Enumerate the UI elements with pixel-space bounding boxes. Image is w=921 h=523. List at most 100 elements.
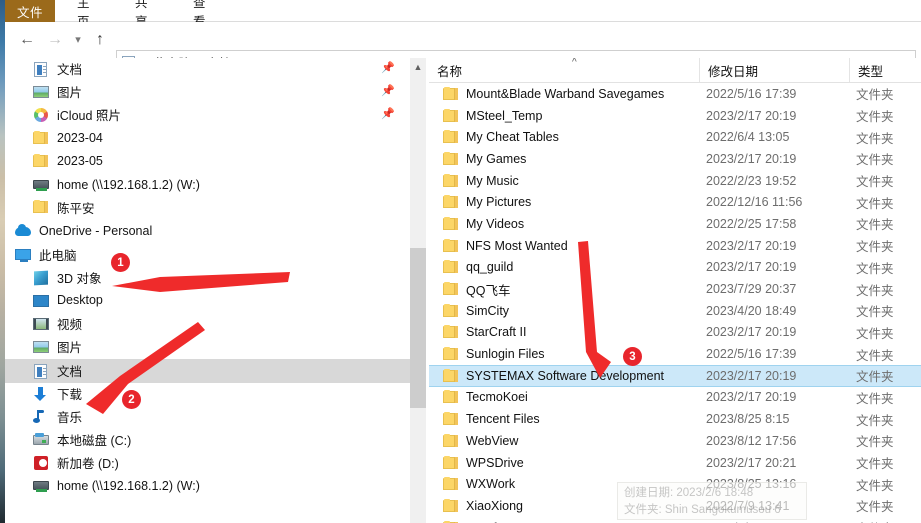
sidebar-item-10[interactable]: Desktop	[5, 290, 410, 313]
pin-icon[interactable]: 📌	[381, 62, 395, 75]
sidebar-item-15[interactable]: 音乐	[5, 406, 410, 429]
sidebar-item-13[interactable]: 文档	[5, 359, 410, 383]
this-pc-icon	[15, 247, 32, 264]
column-header-name[interactable]: 名称 ^	[429, 58, 697, 82]
arrow-up-icon[interactable]: ↑	[90, 30, 110, 50]
table-row[interactable]: WPSDrive 2023/2/17 20:21 文件夹	[429, 452, 921, 474]
tab-home[interactable]: 主页	[67, 0, 111, 29]
column-header-date[interactable]: 修改日期	[699, 58, 849, 82]
file-date-modified: 2023/2/17 20:19	[706, 368, 797, 383]
chevron-down-icon[interactable]: ▾	[68, 30, 88, 50]
file-name: TecmoKoei	[466, 390, 528, 405]
folder-icon	[443, 412, 459, 426]
file-type: 文件夹	[856, 218, 894, 233]
icloud-photos-icon	[33, 107, 50, 124]
sidebar-item-14[interactable]: 下载	[5, 383, 410, 406]
file-type: 文件夹	[856, 196, 894, 211]
folder-icon	[33, 200, 50, 217]
file-name: Sunlogin Files	[466, 347, 545, 362]
table-row[interactable]: NFS Most Wanted 2023/2/17 20:19 文件夹	[429, 235, 921, 257]
column-header-type-label: 类型	[858, 64, 884, 79]
sidebar-item-8[interactable]: 此电脑	[5, 244, 410, 267]
table-row[interactable]: SimCity 2023/4/20 18:49 文件夹	[429, 300, 921, 322]
table-row[interactable]: MSteel_Temp 2023/2/17 20:19 文件夹	[429, 105, 921, 127]
folder-icon	[443, 433, 459, 448]
folder-icon	[443, 303, 459, 318]
tab-share[interactable]: 共享	[125, 0, 169, 29]
sidebar-item-6[interactable]: 陈平安	[5, 197, 410, 220]
table-row[interactable]: My Pictures 2022/12/16 11:56 文件夹	[429, 191, 921, 213]
file-type: 文件夹	[856, 326, 894, 341]
sidebar-item-0[interactable]: 文档 📌	[5, 58, 410, 81]
file-type: 文件夹	[856, 435, 894, 450]
sidebar-item-9[interactable]: 3D 对象	[5, 267, 410, 290]
sidebar-item-16[interactable]: 本地磁盘 (C:)	[5, 429, 410, 452]
sidebar-item-4[interactable]: 2023-05	[5, 151, 410, 174]
onedrive-icon	[15, 223, 32, 240]
sidebar-item-label: home (\\192.168.1.2) (W:)	[57, 478, 200, 493]
documents-icon	[33, 61, 50, 78]
file-type: 文件夹	[856, 131, 894, 146]
table-row[interactable]: My Music 2022/2/23 19:52 文件夹	[429, 170, 921, 192]
file-type: 文件夹	[856, 500, 894, 515]
file-rows: Mount&Blade Warband Savegames 2022/5/16 1…	[429, 83, 921, 523]
sidebar-item-11[interactable]: 视频	[5, 313, 410, 336]
network-drive-icon	[33, 177, 50, 194]
file-type: 文件夹	[856, 283, 894, 298]
table-row[interactable]: QQ飞车 2023/7/29 20:37 文件夹	[429, 278, 921, 300]
table-row[interactable]: StarCraft II 2023/2/17 20:19 文件夹	[429, 322, 921, 344]
file-type: 文件夹	[856, 413, 894, 428]
forward-icon[interactable]: →	[45, 30, 65, 50]
scrollbar-thumb[interactable]	[410, 248, 426, 408]
table-row[interactable]: My Cheat Tables 2022/6/4 13:05 文件夹	[429, 126, 921, 148]
file-date-modified: 2023/2/17 20:19	[706, 108, 797, 123]
sidebar-item-18[interactable]: home (\\192.168.1.2) (W:)	[5, 475, 410, 498]
downloads-icon	[33, 386, 50, 403]
file-type: 文件夹	[856, 153, 894, 168]
sidebar-item-5[interactable]: home (\\192.168.1.2) (W:)	[5, 174, 410, 197]
navigation-pane-scrollbar[interactable]: ▲	[410, 58, 426, 523]
back-icon[interactable]: ←	[17, 30, 37, 50]
tab-file-label: 文件	[16, 5, 43, 20]
pin-icon[interactable]: 📌	[381, 108, 395, 121]
file-name: My Games	[466, 151, 527, 166]
3d-objects-icon	[33, 270, 50, 287]
annotation-badge-2: 2	[122, 390, 141, 409]
file-type: 文件夹	[856, 370, 894, 385]
file-name: My Cheat Tables	[466, 130, 559, 145]
navigation-bar: ← → ▾ ↑ › 此电脑 › 文档 › ▾	[5, 22, 921, 75]
file-type: 文件夹	[856, 478, 894, 493]
sidebar-item-2[interactable]: iCloud 照片 📌	[5, 104, 410, 127]
documents-icon	[33, 363, 50, 380]
music-icon	[33, 409, 50, 426]
table-row[interactable]: TecmoKoei 2023/2/17 20:19 文件夹	[429, 387, 921, 409]
sidebar-item-1[interactable]: 图片 📌	[5, 81, 410, 104]
table-row[interactable]: qq_guild 2023/2/17 20:19 文件夹	[429, 257, 921, 279]
sidebar-item-label: 此电脑	[39, 248, 77, 263]
folder-icon	[443, 238, 459, 253]
sidebar-item-17[interactable]: 新加卷 (D:)	[5, 452, 410, 475]
tab-view[interactable]: 查看	[183, 0, 227, 29]
sidebar-item-12[interactable]: 图片	[5, 336, 410, 359]
table-row[interactable]: My Games 2023/2/17 20:19 文件夹	[429, 148, 921, 170]
sidebar-item-label: 下载	[57, 387, 83, 402]
ribbon-tab-strip: 文件 主页 共享 查看	[5, 0, 921, 29]
table-row[interactable]: Mount&Blade Warband Savegames 2022/5/16 1…	[429, 83, 921, 105]
file-type: 文件夹	[856, 457, 894, 472]
table-row[interactable]: Tencent Files 2023/8/25 8:15 文件夹	[429, 408, 921, 430]
sidebar-item-label: 视频	[57, 318, 83, 333]
file-type: 文件夹	[856, 175, 894, 190]
tab-file[interactable]: 文件	[5, 0, 55, 22]
sidebar-item-3[interactable]: 2023-04	[5, 128, 410, 151]
table-row[interactable]: WebView 2023/8/12 17:56 文件夹	[429, 430, 921, 452]
pin-icon[interactable]: 📌	[381, 85, 395, 98]
scroll-up-icon[interactable]: ▲	[410, 58, 426, 75]
file-date-modified: 2023/2/17 20:19	[706, 260, 797, 275]
file-type: 文件夹	[856, 261, 894, 276]
column-header-type[interactable]: 类型	[849, 58, 921, 82]
table-row[interactable]: SYSTEMAX Software Development 2023/2/17 2…	[429, 364, 921, 387]
sidebar-item-7[interactable]: OneDrive - Personal	[5, 220, 410, 243]
table-row[interactable]: My Videos 2022/2/25 17:58 文件夹	[429, 213, 921, 235]
table-row[interactable]: Sunlogin Files 2022/5/16 17:39 文件夹	[429, 343, 921, 365]
sidebar-item-label: iCloud 照片	[57, 109, 121, 124]
